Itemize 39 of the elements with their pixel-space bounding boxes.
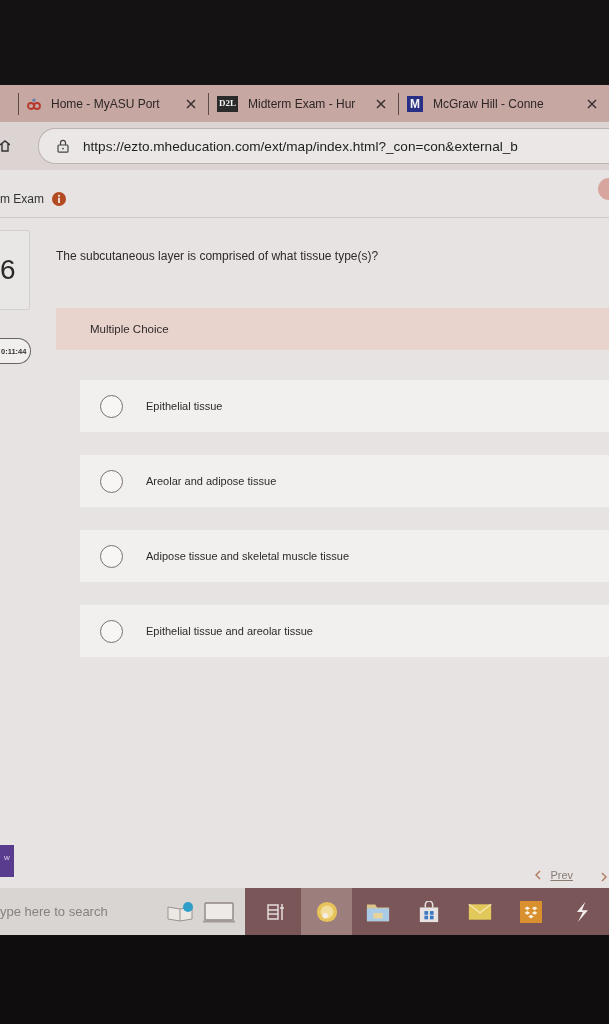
close-icon[interactable] (376, 98, 386, 109)
option-label: Adipose tissue and skeletal muscle tissue (146, 550, 349, 562)
search-field[interactable]: ype here to search (0, 904, 166, 919)
radio-button[interactable] (100, 619, 123, 643)
option-label: Epithelial tissue (146, 400, 223, 412)
answer-option[interactable]: Areolar and adipose tissue (80, 455, 609, 507)
rings-icon (27, 97, 41, 110)
lock-icon (57, 139, 69, 153)
exam-title: m Exam (0, 191, 44, 206)
laptop-icon (202, 900, 236, 923)
caret-icon (535, 870, 542, 880)
home-icon[interactable] (0, 140, 10, 152)
next-caret-icon[interactable] (601, 872, 607, 882)
url-field[interactable]: https://ezto.mheducation.com/ext/map/index.html?_con=con&external_b (38, 128, 609, 164)
answer-option[interactable]: Epithelial tissue and areolar tissue (80, 605, 609, 657)
list-icon (266, 902, 285, 921)
question-type-bar: Multiple Choice (56, 308, 609, 350)
radio-button[interactable] (100, 544, 123, 568)
question-text: The subcutaneous layer is comprised of what tissue type(s)? (56, 248, 380, 264)
site-logo: D2L (217, 95, 238, 112)
question-number: 6 (0, 230, 30, 310)
taskbar-app[interactable] (301, 888, 352, 935)
answer-option[interactable]: Adipose tissue and skeletal muscle tissue (80, 530, 609, 582)
site-logo: M (407, 95, 423, 112)
option-label: Areolar and adipose tissue (146, 475, 277, 487)
browser-tab[interactable]: Home - MyASU Port (18, 92, 208, 115)
book-icon (166, 900, 196, 923)
option-label: Epithelial tissue and areolar tissue (146, 625, 313, 637)
disc-icon (314, 900, 339, 923)
browser-tab[interactable]: D2L Midterm Exam - Hur (208, 92, 398, 115)
radio-button[interactable] (100, 394, 123, 418)
side-tab[interactable]: w (0, 845, 14, 877)
close-icon[interactable] (186, 98, 196, 109)
close-icon[interactable] (587, 98, 597, 109)
answer-option[interactable]: Epithelial tissue (80, 380, 609, 432)
info-icon[interactable] (52, 191, 66, 206)
diamonds-tile-icon (518, 900, 543, 923)
browser-tab[interactable]: M McGraw Hill - Conne (398, 92, 609, 115)
radio-button[interactable] (100, 469, 123, 493)
